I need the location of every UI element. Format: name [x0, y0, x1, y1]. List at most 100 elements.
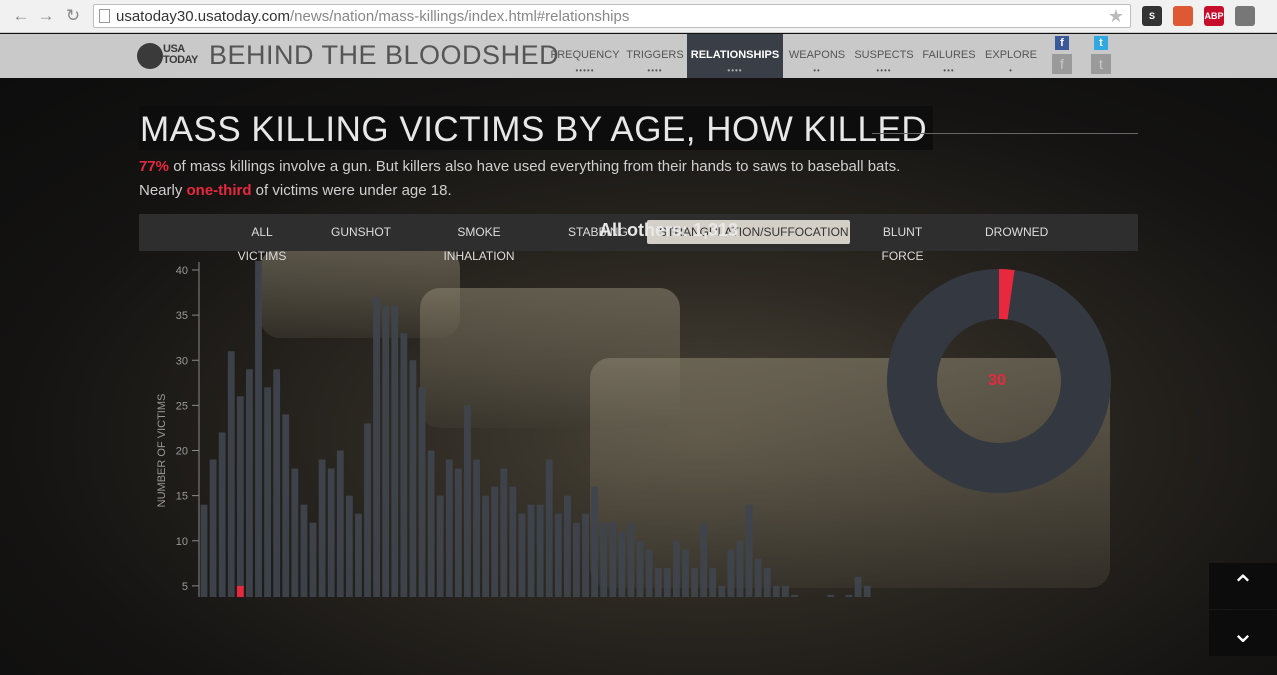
y-tick-label: 35 [176, 310, 188, 322]
browser-toolbar: ← → ↻ usatoday30.usatoday.com/news/natio… [0, 0, 1277, 33]
bar-all-victims [636, 540, 644, 597]
nav-label: TRIGGERS [626, 49, 684, 61]
bar-highlight [236, 585, 244, 597]
nav-label: FREQUENCY [550, 49, 620, 61]
bar-all-victims [736, 540, 744, 597]
y-tick-label: 25 [176, 400, 188, 412]
bar-all-victims [491, 486, 499, 597]
nav-weapons[interactable]: WEAPONS •• [783, 34, 851, 78]
scroll-down-button[interactable]: ⌄ [1209, 610, 1277, 656]
nav-dots: • [1009, 66, 1013, 75]
bar-all-victims [264, 387, 271, 597]
url-text: usatoday30.usatoday.com/news/nation/mass… [116, 8, 630, 25]
bar-all-victims [763, 567, 771, 597]
bar-all-victims [563, 495, 571, 597]
facebook-icon[interactable]: ff [1052, 36, 1072, 76]
bar-all-victims [400, 333, 408, 597]
back-icon[interactable]: ← [11, 6, 31, 26]
bar-all-victims [509, 486, 517, 597]
bar-all-victims [863, 585, 871, 597]
bar-all-victims [464, 405, 471, 597]
bar-all-victims [364, 423, 371, 597]
bar-all-victims [236, 396, 244, 597]
bar-all-victims [772, 585, 780, 597]
twitter-icon[interactable]: tt [1091, 36, 1111, 76]
nav-label: RELATIONSHIPS [690, 49, 780, 61]
bookmark-star-icon[interactable]: ★ [1108, 6, 1124, 27]
nav-frequency[interactable]: FREQUENCY ••••• [547, 34, 623, 78]
bar-all-victims [718, 585, 726, 597]
s-icon[interactable]: S [1142, 6, 1162, 26]
forward-icon[interactable]: → [36, 6, 56, 26]
y-tick-label: 15 [176, 491, 188, 503]
bar-all-victims [200, 504, 208, 597]
nav-dots: ••• [943, 66, 955, 75]
bar-all-victims [518, 513, 526, 597]
y-tick-label: 40 [176, 265, 188, 277]
y-axis-title: NUMBER OF VICTIMS [156, 394, 168, 508]
bar-all-victims [827, 594, 835, 597]
adblock-icon[interactable]: ABP [1204, 6, 1224, 26]
bar-all-victims [327, 468, 335, 597]
site-title: BEHIND THE BLOODSHED [209, 40, 560, 70]
bar-all-victims [591, 486, 599, 597]
bar-all-victims [573, 522, 580, 597]
bar-all-victims [754, 558, 762, 597]
bar-all-victims [300, 504, 308, 597]
bar-all-victims [691, 567, 698, 597]
bar-all-victims [227, 351, 235, 597]
bar-all-victims [791, 594, 798, 597]
bar-all-victims [318, 459, 326, 597]
bar-all-victims [745, 504, 753, 597]
bar-all-victims [291, 468, 299, 597]
nav-label: SUSPECTS [854, 49, 914, 61]
bar-all-victims [436, 495, 444, 597]
nav-failures[interactable]: FAILURES ••• [917, 34, 981, 78]
page-title: MASS KILLING VICTIMS BY AGE, HOW KILLED [140, 110, 928, 149]
bar-all-victims [536, 504, 544, 597]
nav-relationships[interactable]: RELATIONSHIPS •••• [687, 34, 783, 78]
nav-dots: •• [813, 66, 821, 75]
bar-all-victims [391, 306, 399, 597]
cast-icon[interactable] [1235, 6, 1255, 26]
nav-dots: •••• [647, 66, 663, 75]
bar-all-victims [682, 549, 689, 597]
bar-all-victims [609, 522, 617, 597]
subtitle-line-1: 77% of mass killings involve a gun. But … [139, 158, 901, 175]
site-header: USA TODAY BEHIND THE BLOODSHED FREQUENCY •… [0, 34, 1277, 78]
usa-today-logo-icon[interactable] [137, 43, 163, 69]
usa-today-logo-text: USA TODAY [163, 43, 198, 66]
reload-icon[interactable]: ↻ [63, 6, 83, 26]
bar-all-victims [500, 468, 508, 597]
bar-all-victims [672, 540, 680, 597]
bar-all-victims [209, 459, 217, 597]
bar-all-victims [409, 360, 417, 597]
nav-suspects[interactable]: SUSPECTS •••• [850, 34, 918, 78]
all-others-label: All others: 1,313 [599, 220, 739, 240]
scroll-up-button[interactable]: ⌃ [1209, 563, 1277, 609]
bar-all-victims [482, 495, 490, 597]
bar-all-victims [545, 459, 553, 597]
bar-all-victims [845, 594, 853, 597]
nav-explore[interactable]: EXPLORE • [981, 34, 1041, 78]
bar-all-victims [336, 450, 344, 597]
bar-all-victims [473, 459, 480, 597]
headline-container: MASS KILLING VICTIMS BY AGE, HOW KILLED [139, 106, 934, 150]
bar-all-victims [709, 567, 717, 597]
bar-all-victims [309, 522, 317, 597]
nav-label: FAILURES [922, 49, 976, 61]
bar-all-victims [418, 387, 426, 597]
bar-all-victims [373, 297, 381, 597]
bar-all-victims [582, 513, 589, 597]
page-icon [99, 9, 110, 23]
bar-all-victims [663, 567, 671, 597]
bar-all-victims [618, 531, 626, 597]
bar-all-victims [246, 369, 253, 597]
y-tick-label: 30 [176, 355, 188, 367]
address-bar[interactable]: usatoday30.usatoday.com/news/nation/mass… [93, 4, 1131, 28]
nav-triggers[interactable]: TRIGGERS •••• [622, 34, 688, 78]
duckduckgo-icon[interactable] [1173, 6, 1193, 26]
bar-all-victims [781, 585, 789, 597]
bar-all-victims [527, 504, 535, 597]
bar-all-victims [382, 306, 390, 597]
